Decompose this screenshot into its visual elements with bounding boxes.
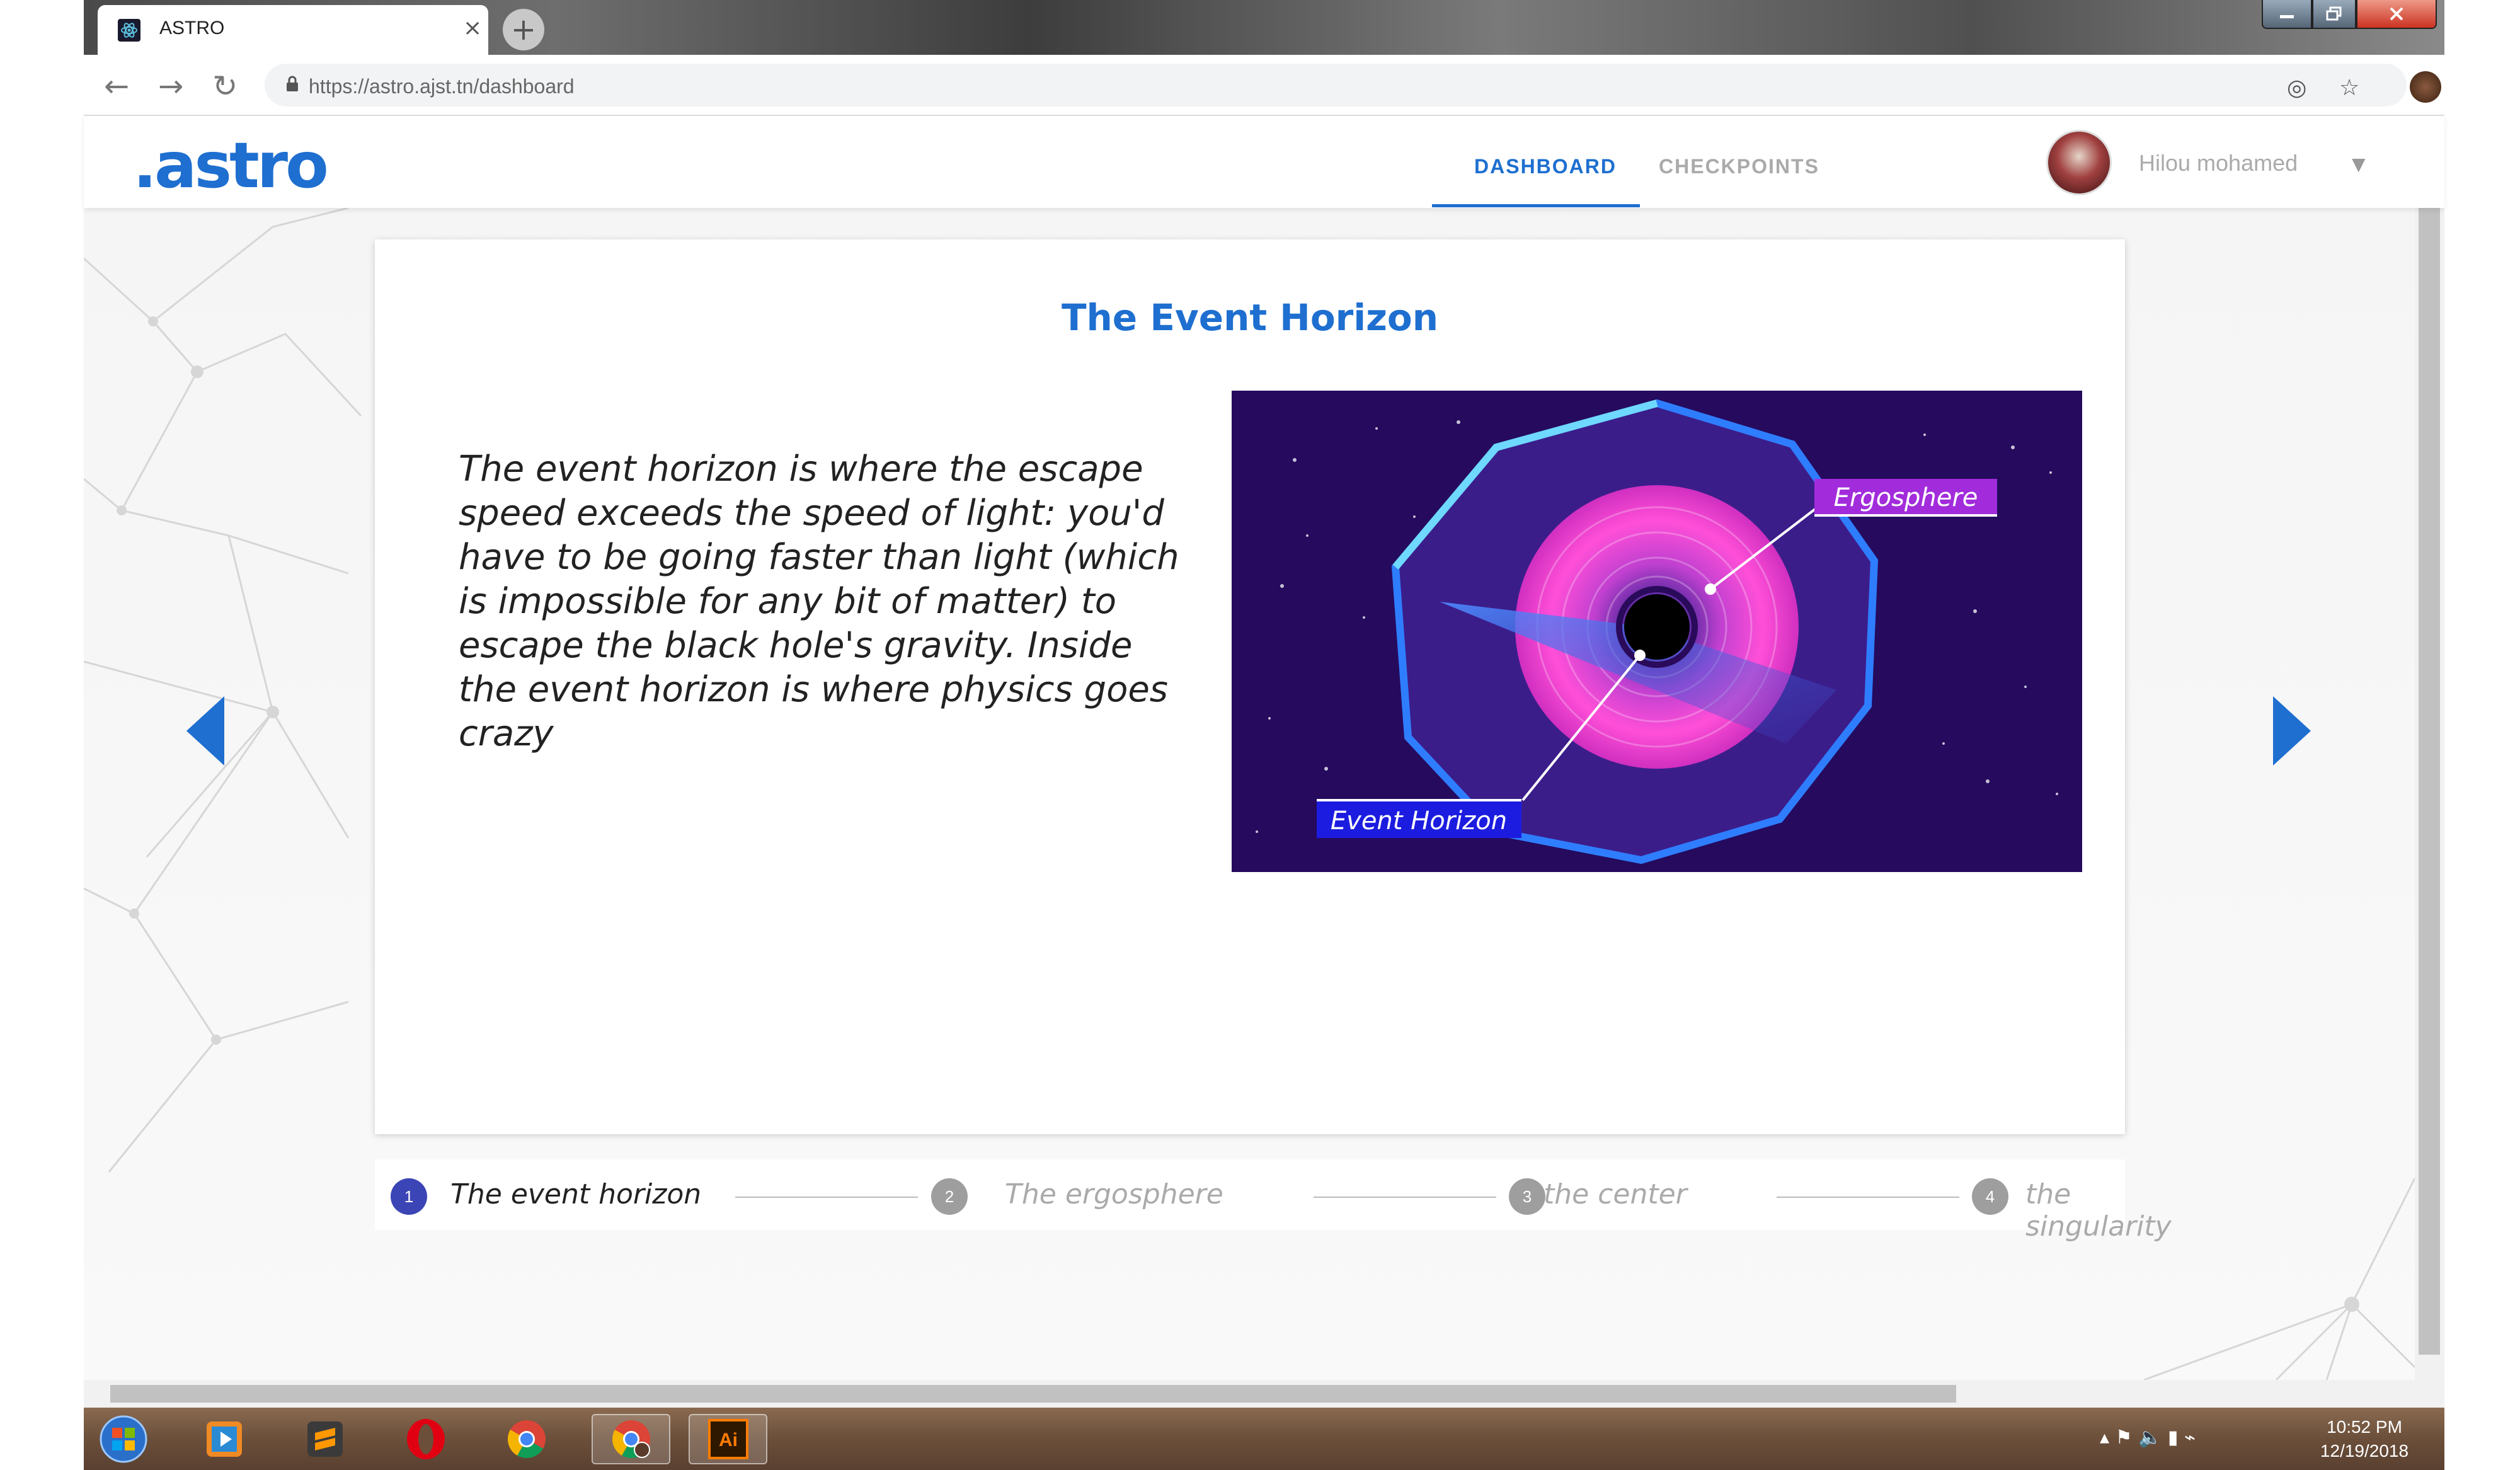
screen: ASTRO × + ← → ↻ https://astro.ajst.tn/da…	[0, 0, 2520, 1470]
slide-text: The event horizon is where the escape sp…	[459, 449, 1179, 754]
location-icon[interactable]: ◎	[2287, 75, 2306, 101]
step-2-label[interactable]: The ergosphere	[1005, 1178, 1223, 1210]
forward-icon[interactable]: →	[158, 69, 183, 104]
horizontal-scrollbar[interactable]	[84, 1380, 2444, 1408]
windows-taskbar: Ai ▴ ⚑ 🔈 ▮ ⌁ 10:52 PM 12/19/2018	[84, 1408, 2444, 1470]
black-hole-illustration: Ergosphere Event Horizon	[1232, 391, 2082, 872]
step-4-number[interactable]: 4	[1972, 1178, 2008, 1215]
app-header: .astro DASHBOARD CHECKPOINTS Hilou moham…	[84, 116, 2444, 208]
chrome-icon[interactable]	[498, 1414, 555, 1464]
step-3-label[interactable]: the center	[1544, 1178, 1687, 1210]
system-tray[interactable]: ▴ ⚑ 🔈 ▮ ⌁	[2100, 1427, 2196, 1449]
chevron-down-icon[interactable]: ▼	[2352, 154, 2366, 175]
step-connector	[1314, 1197, 1496, 1198]
step-1-label[interactable]: The event horizon	[450, 1178, 701, 1210]
browser-tab[interactable]: ASTRO ×	[98, 5, 488, 55]
url-path: /dashboard	[473, 75, 575, 98]
user-name[interactable]: Hilou mohamed	[2139, 150, 2298, 176]
illustrator-icon[interactable]: Ai	[689, 1414, 767, 1464]
url-text: https://astro.ajst.tn/dashboard	[309, 75, 575, 98]
step-1-number[interactable]: 1	[391, 1178, 427, 1215]
clock[interactable]: 10:52 PM 12/19/2018	[2301, 1415, 2427, 1463]
step-2-number[interactable]: 2	[931, 1178, 968, 1215]
astro-logo[interactable]: .astro	[133, 129, 329, 202]
address-bar: ← → ↻ https://astro.ajst.tn/dashboard ◎ …	[84, 55, 2444, 116]
previous-slide-button[interactable]	[186, 696, 224, 768]
horizontal-scrollbar-thumb[interactable]	[110, 1385, 1956, 1403]
url-input[interactable]: https://astro.ajst.tn/dashboard ◎ ☆	[265, 64, 2407, 106]
star-icon[interactable]: ☆	[2339, 75, 2359, 101]
tab-checkpoints[interactable]: CHECKPOINTS	[1659, 155, 1819, 178]
desktop-margin-left	[0, 0, 84, 1470]
tab-dashboard[interactable]: DASHBOARD	[1474, 155, 1617, 178]
profile-icon[interactable]	[2410, 71, 2441, 103]
tab-close-icon[interactable]: ×	[463, 15, 482, 41]
step-connector	[1777, 1197, 1959, 1198]
reload-icon[interactable]: ↻	[212, 69, 238, 104]
url-host: https://astro.ajst.tn	[309, 75, 474, 98]
step-connector	[735, 1197, 918, 1198]
back-icon[interactable]: ←	[104, 69, 129, 104]
step-4-label[interactable]: the singularity	[2025, 1178, 2172, 1243]
lock-icon	[287, 76, 298, 91]
tab-title: ASTRO	[159, 18, 225, 38]
desktop-margin-right	[2444, 0, 2520, 1470]
checkpoint-stepper: 1 The event horizon 2 The ergosphere 3 t…	[375, 1159, 2172, 1243]
ergosphere-label: Ergosphere	[1834, 483, 1978, 512]
sublime-text-icon[interactable]	[297, 1414, 353, 1464]
avatar[interactable]	[2046, 130, 2112, 195]
opera-icon[interactable]	[398, 1414, 454, 1464]
vertical-scrollbar[interactable]	[2415, 208, 2444, 1380]
window-controls	[2262, 0, 2438, 29]
vertical-scrollbar-thumb[interactable]	[2419, 208, 2440, 1355]
atom-favicon-icon	[118, 19, 140, 42]
slide-title: The Event Horizon	[1061, 296, 1439, 339]
next-slide-button[interactable]	[2273, 696, 2311, 768]
start-icon[interactable]	[95, 1414, 152, 1464]
new-tab-button[interactable]: +	[503, 9, 544, 50]
active-tab-indicator	[1432, 204, 1640, 207]
step-3-number[interactable]: 3	[1509, 1178, 1545, 1215]
event-horizon-label: Event Horizon	[1331, 807, 1507, 835]
close-window-button[interactable]	[2356, 0, 2437, 29]
tab-strip: ASTRO × +	[84, 0, 2444, 55]
clock-time: 10:52 PM	[2327, 1417, 2402, 1437]
chrome-profile-icon[interactable]	[592, 1414, 670, 1464]
svg-text:Ai: Ai	[719, 1430, 738, 1450]
slide-card: The Event Horizon The event horizon is w…	[375, 239, 2125, 1134]
minimize-button[interactable]	[2262, 0, 2312, 29]
browser-window: ASTRO × + ← → ↻ https://astro.ajst.tn/da…	[84, 0, 2444, 1470]
clock-date: 12/19/2018	[2320, 1441, 2409, 1461]
restore-button[interactable]	[2312, 0, 2356, 29]
media-player-icon[interactable]	[196, 1414, 253, 1464]
